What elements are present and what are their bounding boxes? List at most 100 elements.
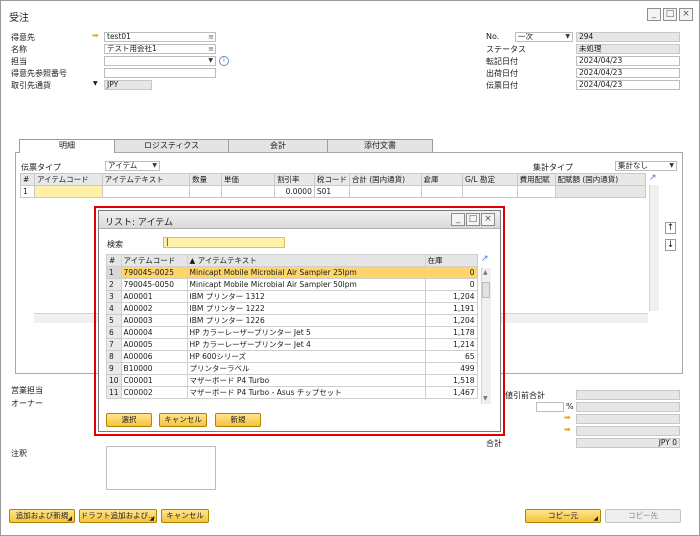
maximize-icon[interactable]: □ — [663, 8, 677, 21]
doc-date-field[interactable]: 2024/04/23 — [576, 80, 680, 90]
delivery-date-field[interactable]: 2024/04/23 — [576, 68, 680, 78]
posting-date-field[interactable]: 2024/04/23 — [576, 56, 680, 66]
tab-logistics[interactable]: ロジスティクス — [114, 139, 229, 152]
table-row[interactable]: 10 C00001 マザーボード P4 Turbo 1,518 — [106, 374, 478, 387]
col-header[interactable]: アイテムテキスト — [101, 173, 191, 186]
col-header[interactable]: G/L 勘定 — [462, 173, 518, 186]
qty-cell[interactable] — [189, 185, 222, 198]
copy-to-button: コピー先 — [605, 509, 681, 523]
customer-ref-field[interactable] — [104, 68, 216, 78]
delivery-date-label: 出荷日付 — [486, 69, 518, 78]
link-arrow-icon[interactable]: ➡ — [92, 32, 102, 40]
col-header[interactable]: ▲ アイテムテキスト — [186, 254, 426, 267]
dropdown-arrow-icon[interactable]: ▼ — [208, 57, 213, 65]
series-select[interactable]: 一次 ▼ — [515, 32, 573, 42]
dist-cell[interactable] — [516, 185, 556, 198]
item-code-cell: B10000 — [120, 362, 188, 375]
list-icon[interactable]: ≡ — [208, 45, 214, 53]
copy-from-button[interactable]: コピー元 ◢ — [525, 509, 601, 523]
list-icon[interactable]: ≡ — [208, 33, 214, 41]
table-row[interactable]: 8 A00006 HP 600シリーズ 65 — [106, 350, 478, 363]
table-row[interactable]: 9 B10000 プリンターラベル 499 — [106, 362, 478, 375]
add-draft-button[interactable]: ドラフト追加および... ◢ — [79, 509, 157, 523]
customer-field[interactable]: test01 ≡ — [104, 32, 216, 42]
lines-scrollbar-v[interactable] — [649, 185, 659, 311]
tab-attachments[interactable]: 添付文書 — [327, 139, 433, 152]
contact-field[interactable]: ▼ — [104, 56, 216, 66]
name-field[interactable]: テスト用会社1 ≡ — [104, 44, 216, 54]
currency-dropdown-icon[interactable]: ▼ — [93, 80, 98, 87]
item-list-table: # アイテムコード ▲ アイテムテキスト 在庫 1 790045-0025 Mini… — [106, 254, 478, 399]
dropdown-arrow-icon[interactable]: ◢ — [67, 513, 72, 525]
warehouse-cell[interactable] — [420, 185, 464, 198]
table-row[interactable]: 1 0.0000 S01 — [20, 185, 646, 198]
link-arrow-icon[interactable]: ➡ — [564, 426, 574, 434]
new-button[interactable]: 新規 — [215, 413, 261, 427]
dropdown-arrow-icon[interactable]: ◢ — [149, 513, 154, 525]
gl-cell[interactable] — [462, 185, 518, 198]
table-row[interactable]: 4 A00002 IBM プリンター 1222 1,191 — [106, 302, 478, 315]
tax-cell[interactable]: S01 — [313, 185, 350, 198]
scroll-down-icon[interactable]: ▼ — [483, 395, 488, 402]
discount-pct-field[interactable] — [536, 402, 564, 412]
minimize-icon[interactable]: _ — [451, 213, 465, 226]
close-icon[interactable]: × — [679, 8, 693, 21]
item-text-cell: IBM プリンター 1226 — [186, 314, 426, 327]
dialog-titlebar: リスト: アイテム _ □ × — [99, 211, 500, 229]
doc-type-select[interactable]: アイテム ▼ — [105, 161, 160, 171]
dropdown-arrow-icon[interactable]: ◢ — [593, 513, 598, 525]
item-text-cell: HP 600シリーズ — [186, 350, 426, 363]
table-row[interactable]: 3 A00001 IBM プリンター 1312 1,204 — [106, 290, 478, 303]
move-down-icon[interactable]: ↓ — [665, 239, 676, 251]
item-text-cell[interactable] — [101, 185, 191, 198]
col-header[interactable]: 倉庫 — [420, 173, 464, 186]
close-icon[interactable]: × — [481, 213, 495, 226]
table-row[interactable]: 2 790045-0050 Minicapt Mobile Microbial Ai… — [106, 278, 478, 291]
dropdown-arrow-icon[interactable]: ▼ — [565, 33, 570, 41]
maximize-icon[interactable]: □ — [466, 213, 480, 226]
scroll-thumb[interactable] — [482, 282, 490, 298]
col-header[interactable]: # — [106, 254, 122, 267]
col-header[interactable]: 割引率 — [274, 173, 315, 186]
total-cell[interactable] — [348, 185, 422, 198]
dist-amount-cell — [554, 185, 646, 198]
info-icon[interactable]: i — [219, 56, 229, 66]
col-header[interactable]: アイテムコード — [33, 173, 103, 186]
dialog-cancel-button[interactable]: キャンセル — [159, 413, 207, 427]
col-header[interactable]: 単価 — [220, 173, 276, 186]
summary-type-select[interactable]: 集計なし ▼ — [615, 161, 677, 171]
col-header[interactable]: 在庫 — [424, 254, 478, 267]
scroll-up-icon[interactable]: ▲ — [483, 269, 488, 276]
table-row[interactable]: 11 C00002 マザーボード P4 Turbo - Asus チップセット 1,4… — [106, 386, 478, 399]
table-row[interactable]: 6 A00004 HP カラーレーザープリンター Jet 5 1,178 — [106, 326, 478, 339]
dialog-title: リスト: アイテム — [105, 218, 173, 228]
dropdown-arrow-icon[interactable]: ▼ — [669, 162, 674, 170]
col-header[interactable]: 費用配賦 — [516, 173, 556, 186]
table-row[interactable]: 5 A00003 IBM プリンター 1226 1,204 — [106, 314, 478, 327]
link-arrow-icon[interactable]: ➡ — [564, 414, 574, 422]
dialog-scrollbar[interactable]: ▲ ▼ — [481, 268, 491, 404]
search-input[interactable]: | — [163, 237, 285, 248]
move-up-icon[interactable]: ↑ — [665, 222, 676, 234]
discount-cell[interactable]: 0.0000 — [274, 185, 315, 198]
col-header[interactable]: アイテムコード — [120, 254, 188, 267]
tab-accounting[interactable]: 会計 — [228, 139, 328, 152]
col-header[interactable]: 税コード — [313, 173, 350, 186]
expand-icon[interactable]: ↗ — [481, 254, 489, 264]
remarks-textarea[interactable] — [106, 446, 216, 490]
cancel-button[interactable]: キャンセル — [161, 509, 209, 523]
select-button[interactable]: 選択 — [106, 413, 152, 427]
expand-icon[interactable]: ↗ — [649, 173, 659, 183]
price-cell[interactable] — [220, 185, 276, 198]
tab-contents[interactable]: 明細 — [19, 139, 115, 153]
table-row[interactable]: 1 790045-0025 Minicapt Mobile Microbial Ai… — [106, 266, 478, 279]
dropdown-arrow-icon[interactable]: ▼ — [152, 162, 157, 170]
col-header[interactable]: 数量 — [189, 173, 222, 186]
item-code-cell[interactable] — [33, 185, 103, 198]
col-header[interactable]: 配賦額 (国内通貨) — [554, 173, 646, 186]
minimize-icon[interactable]: _ — [647, 8, 661, 21]
col-header[interactable]: # — [20, 173, 35, 186]
table-row[interactable]: 7 A00005 HP カラーレーザープリンター Jet 4 1,214 — [106, 338, 478, 351]
add-and-new-button[interactable]: 追加および新規 ◢ — [9, 509, 75, 523]
col-header[interactable]: 合計 (国内通貨) — [348, 173, 422, 186]
